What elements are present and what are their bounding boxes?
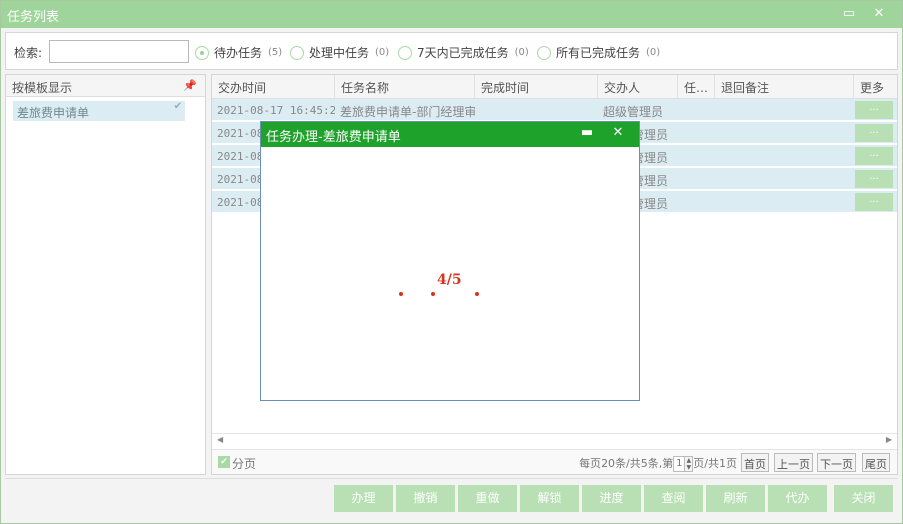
revoke-button[interactable]: 撤销: [396, 485, 455, 512]
per-page-prefix: 每页: [579, 457, 602, 470]
radio-icon: [537, 45, 551, 60]
filter-count: (0): [375, 47, 390, 58]
first-page-button[interactable]: 首页: [741, 453, 769, 472]
page-number-input[interactable]: 1: [673, 456, 686, 472]
filter-completed-7days[interactable]: 7天内已完成任务 (0): [398, 44, 529, 61]
handle-button[interactable]: 办理: [334, 485, 393, 512]
prev-page-button[interactable]: 上一页: [774, 453, 813, 472]
filter-processing[interactable]: 处理中任务 (0): [290, 44, 389, 61]
search-label: 检索:: [14, 46, 43, 60]
table-row[interactable]: 2021-08-17 16:45:23 差旅费申请单-部门经理审 超级管理员 .…: [212, 99, 897, 121]
refresh-button[interactable]: 刷新: [706, 485, 765, 512]
filter-count: (0): [514, 47, 529, 58]
window-title: 任务列表: [7, 10, 60, 25]
filter-label: 待办任务: [214, 46, 263, 60]
column-header-assign-time[interactable]: 交办时间: [212, 75, 335, 99]
grid-header: 交办时间 任务名称 完成时间 交办人 任… 退回备注 更多: [212, 75, 897, 99]
per-page-value: 20: [601, 457, 616, 470]
minimize-icon[interactable]: ▬: [579, 125, 595, 143]
loading-progress-text: 4/5: [437, 272, 462, 288]
total-prefix: 条/共: [615, 457, 641, 470]
radio-icon: [290, 45, 304, 60]
page-info: 每页20条/共5条,第 1 ▲ ▼ 页/共1页: [579, 455, 737, 472]
cell-assigner: 超级管理员: [603, 105, 664, 119]
pages-prefix: 页/共: [693, 457, 719, 470]
scroll-right-icon[interactable]: ▶: [886, 435, 892, 444]
cell-assign-time: 2021-08-17 16:45:23: [217, 104, 335, 117]
more-button[interactable]: ...: [855, 170, 893, 188]
paging-checkbox[interactable]: ✔: [218, 456, 230, 468]
column-header-return-note[interactable]: 退回备注: [715, 75, 854, 99]
check-icon: ✔: [173, 101, 182, 112]
delegate-button[interactable]: 代办: [768, 485, 827, 512]
tree-item-travel-expense[interactable]: 差旅费申请单 ✔: [13, 101, 185, 121]
column-header-task-name[interactable]: 任务名称: [335, 75, 475, 99]
more-button[interactable]: ...: [855, 147, 893, 165]
unlock-button[interactable]: 解锁: [520, 485, 579, 512]
radio-selected-icon: [195, 45, 209, 60]
loading-dot: [431, 292, 435, 296]
cell-task-name: 差旅费申请单-部门经理审: [340, 105, 475, 119]
template-panel-title: 按模板显示: [12, 81, 73, 95]
filter-label: 处理中任务: [309, 46, 370, 60]
pin-icon[interactable]: 📌: [183, 79, 197, 92]
filter-label: 7天内已完成任务: [417, 46, 509, 60]
more-button[interactable]: ...: [855, 193, 893, 211]
filter-count: (5): [268, 47, 283, 58]
filter-label: 所有已完成任务: [556, 46, 641, 60]
close-button[interactable]: 关闭: [834, 485, 893, 512]
next-page-button[interactable]: 下一页: [817, 453, 856, 472]
dialog-close-icon[interactable]: ✕: [610, 125, 626, 143]
pages-value: 1: [719, 457, 726, 470]
column-header-task[interactable]: 任…: [678, 75, 715, 99]
search-input[interactable]: [49, 40, 189, 63]
filter-pending[interactable]: 待办任务 (5): [195, 44, 282, 61]
paging-label: 分页: [232, 457, 257, 471]
column-header-assigner[interactable]: 交办人: [598, 75, 678, 99]
redo-button[interactable]: 重做: [458, 485, 517, 512]
more-button[interactable]: ...: [855, 101, 893, 119]
dialog-titlebar[interactable]: 任务办理-差旅费申请单 ▬ ✕: [261, 122, 639, 147]
scroll-left-icon[interactable]: ◀: [217, 435, 223, 444]
progress-button[interactable]: 进度: [582, 485, 641, 512]
close-icon[interactable]: ✕: [871, 6, 887, 22]
loading-dot: [475, 292, 479, 296]
more-button[interactable]: ...: [855, 124, 893, 142]
loading-dot: [399, 292, 403, 296]
dialog-title: 任务办理-差旅费申请单: [266, 130, 401, 145]
window-titlebar: 任务列表 ▭ ✕: [1, 1, 902, 28]
filter-completed-all[interactable]: 所有已完成任务 (0): [537, 44, 660, 61]
last-page-button[interactable]: 尾页: [862, 453, 890, 472]
search-bar: 检索: 待办任务 (5) 处理中任务 (0) 7天内已完成任务 (0) 所有已完成任务…: [5, 32, 898, 70]
restore-icon[interactable]: ▭: [841, 6, 857, 22]
task-handle-dialog: 任务办理-差旅费申请单 ▬ ✕ 4/5: [260, 121, 640, 401]
template-panel-header: 按模板显示 📌: [6, 75, 205, 97]
filter-count: (0): [646, 47, 661, 58]
pagination-bar: ✔ 分页 每页20条/共5条,第 1 ▲ ▼ 页/共1页 首页 上一页 下一页 尾页: [212, 449, 897, 474]
total-value: 5: [640, 457, 648, 470]
tree-item-label: 差旅费申请单: [17, 106, 90, 120]
pages-suffix: 页: [726, 457, 737, 470]
action-bar: 办理 撤销 重做 解锁 进度 查阅 刷新 代办 关闭: [5, 478, 898, 520]
radio-icon: [398, 45, 412, 60]
view-button[interactable]: 查阅: [644, 485, 703, 512]
template-panel: 按模板显示 📌 差旅费申请单 ✔: [5, 74, 206, 475]
spin-up-icon[interactable]: ▲: [686, 457, 691, 464]
horizontal-scrollbar[interactable]: ◀ ▶: [212, 433, 897, 447]
column-header-more[interactable]: 更多: [854, 75, 897, 99]
spin-down-icon[interactable]: ▼: [686, 464, 691, 471]
column-header-finish-time[interactable]: 完成时间: [475, 75, 598, 99]
page-prefix: 条,第: [647, 457, 674, 470]
